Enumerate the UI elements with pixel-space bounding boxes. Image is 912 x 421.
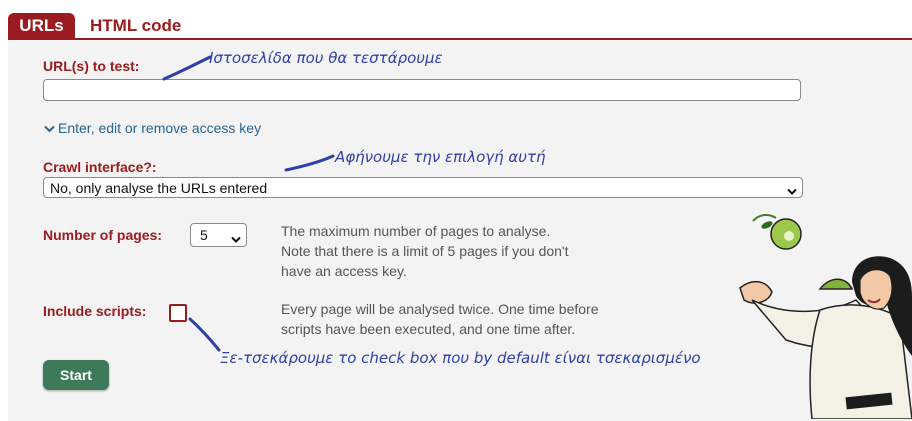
chef-face	[859, 269, 893, 310]
apple-slice-icon	[818, 278, 854, 290]
chef-with-fruit-illustration	[739, 214, 912, 419]
apple-icon	[752, 214, 802, 250]
chef-hand	[739, 280, 773, 304]
